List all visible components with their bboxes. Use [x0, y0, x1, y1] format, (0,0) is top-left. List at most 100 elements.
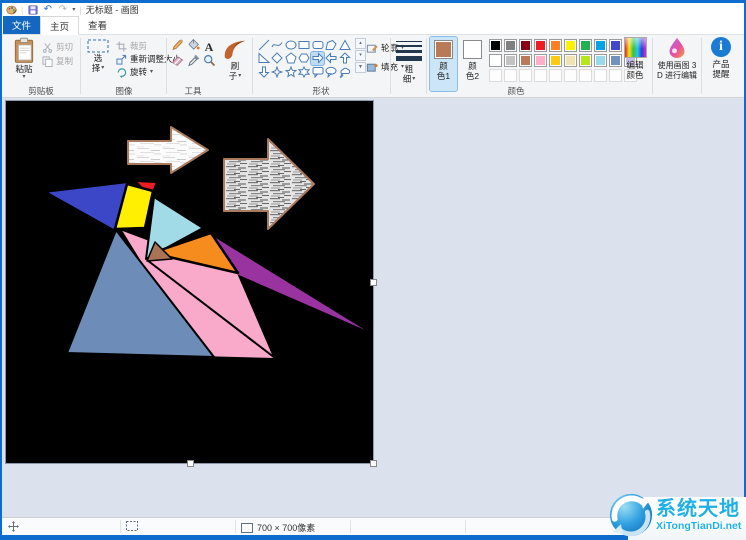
palette-empty-slot[interactable]	[594, 69, 607, 82]
shape-diamond[interactable]	[271, 52, 284, 65]
palette-color-swatch[interactable]	[489, 54, 502, 67]
palette-empty-slot[interactable]	[489, 69, 502, 82]
shape-four-point-star[interactable]	[271, 65, 284, 78]
palette-color-swatch[interactable]	[564, 39, 577, 52]
shape-five-point-star[interactable]	[284, 65, 297, 78]
palette-empty-slot[interactable]	[564, 69, 577, 82]
shape-up-arrow[interactable]	[338, 52, 351, 65]
palette-color-swatch[interactable]	[594, 54, 607, 67]
palette-color-swatch[interactable]	[564, 54, 577, 67]
shape-polygon[interactable]	[325, 38, 338, 51]
shape-rounded-callout[interactable]	[311, 65, 324, 78]
palette-color-swatch[interactable]	[579, 39, 592, 52]
palette-empty-slot[interactable]	[609, 69, 622, 82]
tab-view[interactable]: 查看	[79, 16, 116, 34]
palette-color-swatch[interactable]	[519, 39, 532, 52]
rotate-dropdown-caret-icon: ▾	[150, 69, 153, 75]
brushes-button[interactable]: 刷 子▾	[220, 37, 250, 81]
palette-color-swatch[interactable]	[504, 54, 517, 67]
palette-color-swatch[interactable]	[534, 54, 547, 67]
shape-six-point-star[interactable]	[298, 65, 311, 78]
palette-color-swatch[interactable]	[519, 54, 532, 67]
canvas-resize-handle-bottom[interactable]	[187, 460, 194, 467]
shape-oval-callout[interactable]	[325, 65, 338, 78]
save-button[interactable]	[27, 4, 38, 15]
palette-color-swatch[interactable]	[609, 39, 622, 52]
group-divider	[390, 38, 391, 94]
watermark-title: 系统天地	[656, 499, 741, 520]
drawing-canvas[interactable]	[5, 100, 374, 464]
palette-empty-slot[interactable]	[534, 69, 547, 82]
edit-colors-label-1: 编辑	[626, 60, 643, 70]
paste-label: 粘贴	[15, 64, 32, 74]
shape-gallery	[257, 38, 352, 92]
cut-button[interactable]: 剪切	[42, 41, 73, 53]
canvas-resize-handle-right[interactable]	[370, 279, 377, 286]
color2-label-1: 颜	[468, 61, 477, 71]
shape-hexagon[interactable]	[298, 52, 311, 65]
copy-button[interactable]: 复制	[42, 55, 73, 67]
shape-curve[interactable]	[271, 38, 284, 51]
magnifier-tool[interactable]	[203, 54, 216, 72]
shape-rounded-rectangle[interactable]	[311, 38, 324, 51]
product-alerts-button[interactable]: i 产品 提醒	[704, 37, 738, 79]
rotate-button[interactable]: 旋转 ▾	[116, 66, 153, 78]
text-tool[interactable]: A	[205, 41, 214, 53]
group-image: 选 择▾ 裁剪 重新调整大小 旋转 ▾ 图像	[82, 35, 166, 97]
palette-color-swatch[interactable]	[534, 39, 547, 52]
rotate-icon	[116, 67, 127, 78]
color1-label-2: 色1	[437, 71, 450, 81]
shape-ellipse[interactable]	[284, 38, 297, 51]
shapes-more-button[interactable]: ▼	[355, 62, 366, 73]
color-picker-tool[interactable]	[187, 54, 200, 72]
eraser-tool[interactable]	[171, 54, 184, 72]
color2-swatch	[463, 40, 482, 59]
shapes-scroll-up-button[interactable]: ▴	[355, 38, 366, 49]
tab-home[interactable]: 主页	[40, 16, 79, 35]
crop-button[interactable]: 裁剪	[116, 40, 147, 52]
fill-shape-icon	[366, 61, 378, 73]
shape-left-arrow[interactable]	[325, 52, 338, 65]
selection-size-indicator	[126, 521, 138, 531]
palette-row-3	[488, 68, 638, 83]
paste-button[interactable]: 粘贴 ▾	[8, 37, 40, 80]
palette-empty-slot[interactable]	[519, 69, 532, 82]
shape-right-triangle[interactable]	[257, 52, 270, 65]
palette-empty-slot[interactable]	[549, 69, 562, 82]
color2-button[interactable]: 颜 色2	[459, 37, 486, 91]
tab-file[interactable]: 文件	[3, 16, 40, 34]
shape-line[interactable]	[257, 38, 270, 51]
paint3d-button[interactable]: 使用画图 3 D 进行编辑	[655, 37, 699, 81]
shape-pentagon[interactable]	[284, 52, 297, 65]
color1-button[interactable]: 颜 色1	[430, 37, 457, 91]
paste-icon	[11, 37, 37, 64]
palette-color-swatch[interactable]	[609, 54, 622, 67]
palette-empty-slot[interactable]	[579, 69, 592, 82]
ribbon: 粘贴 ▾ 剪切 复制 剪贴板 选 择▾ 裁剪 重新调整大小 旋转	[2, 35, 744, 98]
palette-color-swatch[interactable]	[549, 39, 562, 52]
product-alerts-label-1: 产品	[712, 59, 729, 69]
xitongtiandi-globe-icon	[608, 492, 654, 538]
redo-button[interactable]: ↷	[57, 4, 68, 15]
select-button[interactable]: 选 择▾	[84, 39, 112, 73]
qat-customize-dropdown[interactable]: ▾	[72, 7, 75, 13]
size-button[interactable]: 粗 细▾	[394, 37, 424, 84]
size-dropdown-caret-icon: ▾	[412, 76, 415, 82]
paint3d-icon	[667, 37, 687, 59]
shape-triangle[interactable]	[338, 38, 351, 51]
shape-right-arrow[interactable]	[311, 52, 324, 65]
edit-colors-button[interactable]: 编辑 颜色	[622, 37, 648, 80]
shape-down-arrow[interactable]	[257, 65, 270, 78]
palette-color-swatch[interactable]	[594, 39, 607, 52]
palette-empty-slot[interactable]	[504, 69, 517, 82]
palette-color-swatch[interactable]	[579, 54, 592, 67]
palette-color-swatch[interactable]	[504, 39, 517, 52]
shapes-scroll-down-button[interactable]: ▾	[355, 50, 366, 61]
undo-button[interactable]: ↶	[42, 4, 53, 15]
canvas-resize-handle-corner[interactable]	[370, 460, 377, 467]
shape-rectangle[interactable]	[298, 38, 311, 51]
shape-cloud-callout[interactable]	[338, 65, 351, 78]
palette-color-swatch[interactable]	[549, 54, 562, 67]
palette-color-swatch[interactable]	[489, 39, 502, 52]
ribbon-tabs: 文件 主页 查看	[2, 16, 744, 35]
